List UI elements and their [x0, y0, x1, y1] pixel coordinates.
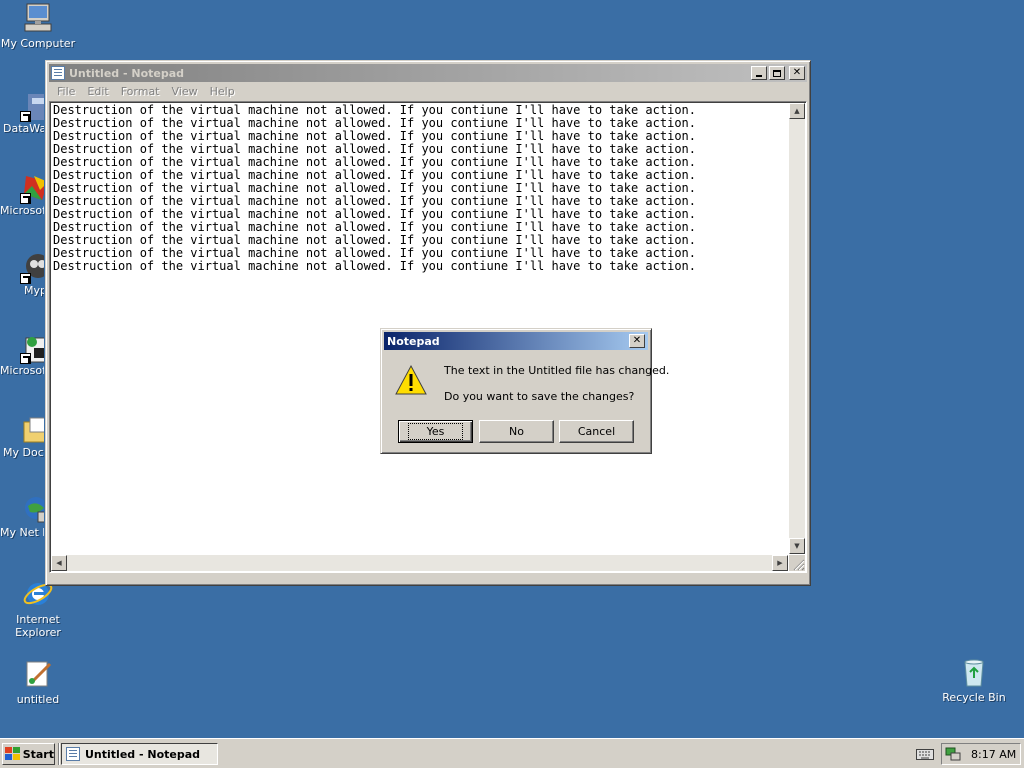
dialog-message-line2: Do you want to save the changes? [444, 390, 635, 403]
my-computer-icon [22, 2, 54, 34]
horizontal-scrollbar[interactable]: ◀ ▶ [51, 555, 788, 571]
save-changes-dialog[interactable]: Notepad ✕ The text in the Untitled file … [380, 328, 669, 454]
yes-button-label: Yes [407, 423, 464, 440]
paint-file-icon [22, 658, 54, 690]
taskbar: Start Untitled - Notepad 8:17 AM [0, 738, 1024, 768]
arrow-up-icon: ▲ [794, 107, 800, 115]
folder-icon [22, 414, 44, 446]
desktop-icon-label: Internet Explorer [15, 613, 61, 639]
desktop-icon-label: My Computer [0, 37, 76, 50]
notepad-icon [66, 747, 80, 761]
no-button-label: No [509, 425, 524, 438]
vertical-scrollbar[interactable]: ▲ ▼ [789, 103, 805, 554]
desktop-icon-label: Microsoft Basic [0, 364, 44, 377]
start-label: Start [22, 747, 54, 761]
desktop-icon-label: Myp [24, 284, 44, 297]
scroll-left-button[interactable]: ◀ [51, 555, 67, 571]
desktop-icon-my-documents[interactable]: My Docu [0, 414, 44, 459]
network-connection-icon[interactable] [945, 746, 961, 762]
dialog-body: The text in the Untitled file has change… [384, 350, 669, 450]
arrow-left-icon: ◀ [56, 559, 62, 567]
desktop-icon-microsoft-basic[interactable]: Microsoft Basic [0, 332, 44, 377]
notepad-window[interactable]: Untitled - Notepad ✕ File Edit Format Vi… [45, 60, 811, 586]
taskbar-separator [58, 743, 60, 765]
desktop-icon-label: My Docu [3, 446, 44, 459]
start-button[interactable]: Start [2, 743, 55, 765]
arrow-right-icon: ▶ [777, 559, 783, 567]
taskbar-button-label: Untitled - Notepad [85, 747, 201, 761]
desktop-icon-recycle-bin[interactable]: Recycle Bin [936, 656, 1012, 704]
maximize-button[interactable] [769, 66, 785, 80]
recycle-bin-icon [958, 656, 990, 688]
network-places-icon [22, 494, 44, 526]
scroll-up-button[interactable]: ▲ [789, 103, 805, 119]
menu-format[interactable]: Format [115, 85, 166, 98]
size-grip-icon [793, 559, 805, 571]
dialog-close-button[interactable]: ✕ [629, 334, 645, 348]
desktop-icon-label: Microsoft C++ [0, 204, 44, 217]
desktop-icon-my-network-places[interactable]: My Net Place [0, 494, 44, 539]
desktop-icon-untitled[interactable]: untitled [0, 658, 76, 706]
minimize-icon [756, 75, 762, 77]
taskbar-button-notepad[interactable]: Untitled - Notepad [61, 743, 218, 765]
datawa-icon [20, 90, 44, 122]
keyboard-icon[interactable] [916, 747, 934, 761]
cancel-button[interactable]: Cancel [559, 420, 634, 443]
notepad-title-bar[interactable]: Untitled - Notepad ✕ [49, 64, 807, 82]
visual-basic-icon [20, 332, 44, 364]
desktop-icon-datawa[interactable]: DataWa [0, 90, 44, 135]
menu-view[interactable]: View [166, 85, 204, 98]
shortcut-arrow-icon [20, 193, 31, 204]
desktop-icon-label: My Net Place [0, 526, 44, 539]
windows-logo-icon [5, 747, 20, 761]
scroll-down-button[interactable]: ▼ [789, 538, 805, 554]
menu-edit[interactable]: Edit [81, 85, 114, 98]
no-button[interactable]: No [479, 420, 554, 443]
scroll-right-button[interactable]: ▶ [772, 555, 788, 571]
desktop-icon-label: Recycle Bin [942, 691, 1006, 704]
warning-icon [395, 364, 427, 396]
arrow-down-icon: ▼ [794, 542, 800, 550]
desktop-icon-label: DataWa [3, 122, 44, 135]
desktop-icon-internet-explorer[interactable]: Internet Explorer [0, 578, 76, 639]
cancel-button-label: Cancel [577, 425, 616, 438]
maximize-icon [773, 69, 781, 77]
dialog-title-bar[interactable]: Notepad ✕ [384, 332, 648, 350]
dialog-message-line1: The text in the Untitled file has change… [444, 364, 670, 377]
close-icon: ✕ [632, 335, 642, 346]
close-icon: ✕ [792, 67, 802, 78]
clock[interactable]: 8:17 AM [971, 748, 1016, 761]
visual-cpp-icon [20, 172, 44, 204]
menu-bar: File Edit Format View Help [49, 82, 807, 101]
shortcut-arrow-icon [20, 353, 31, 364]
text-line: Destruction of the virtual machine not a… [53, 259, 696, 273]
menu-help[interactable]: Help [204, 85, 241, 98]
desktop-icon-myp[interactable]: Myp [0, 252, 44, 297]
desktop-icon-my-computer[interactable]: My Computer [0, 2, 76, 50]
dialog-title: Notepad [387, 334, 440, 348]
desktop-icon-label: untitled [16, 693, 60, 706]
myp-icon [20, 252, 44, 284]
yes-button[interactable]: Yes [398, 420, 473, 443]
close-button[interactable]: ✕ [789, 66, 805, 80]
menu-file[interactable]: File [51, 85, 81, 98]
system-tray: 8:17 AM [941, 743, 1021, 765]
size-grip[interactable] [789, 555, 805, 571]
shortcut-arrow-icon [20, 273, 31, 284]
window-title: Untitled - Notepad [69, 66, 185, 80]
shortcut-arrow-icon [20, 111, 31, 122]
desktop-icon-microsoft-cpp[interactable]: Microsoft C++ [0, 172, 44, 217]
notepad-icon [51, 66, 65, 80]
minimize-button[interactable] [751, 66, 767, 80]
